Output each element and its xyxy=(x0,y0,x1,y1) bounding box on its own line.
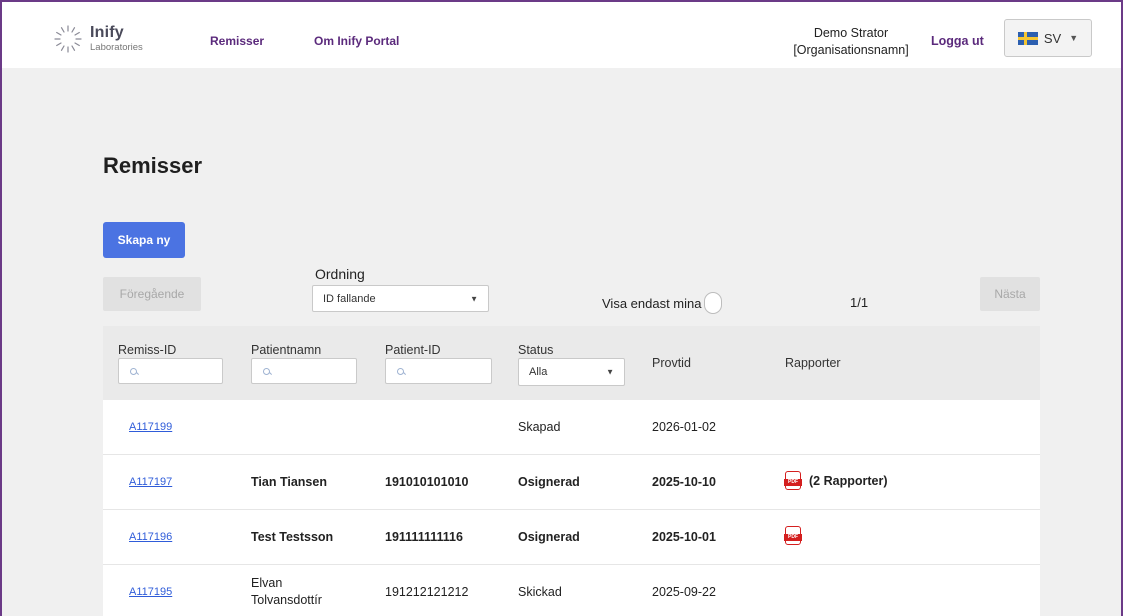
sample-time-cell: 2025-09-22 xyxy=(652,585,716,599)
organisation-name: [Organisationsnamn] xyxy=(793,43,909,57)
status-filter-value: Alla xyxy=(529,366,548,378)
patient-name-cell: Elvan Tolvansdottír xyxy=(251,575,322,609)
chevron-down-icon: ▼ xyxy=(1069,33,1079,43)
remiss-id-link[interactable]: A117195 xyxy=(129,586,172,598)
report-count: (2 Rapporter) xyxy=(809,473,888,488)
previous-page-button[interactable]: Föregående xyxy=(103,277,201,311)
next-page-button[interactable]: Nästa xyxy=(980,277,1040,311)
user-name: Demo Strator xyxy=(813,26,889,40)
top-header: Inify Laboratories Remisser Om Inify Por… xyxy=(2,2,1121,68)
status-cell: Skapad xyxy=(518,420,561,434)
inify-logo[interactable]: Inify Laboratories xyxy=(52,24,143,54)
app-frame: Inify Laboratories Remisser Om Inify Por… xyxy=(0,0,1123,616)
chevron-down-icon: ▼ xyxy=(606,367,614,377)
user-info: Demo Strator [Organisationsnamn] xyxy=(788,25,914,59)
remiss-id-filter-input[interactable] xyxy=(118,358,223,384)
column-header-remiss-id: Remiss-ID xyxy=(118,343,177,357)
patient-id-cell: 191111111116 xyxy=(385,530,463,544)
sample-time-cell: 2025-10-10 xyxy=(652,475,716,489)
page-title: Remisser xyxy=(103,153,203,178)
order-label: Ordning xyxy=(315,266,365,282)
page-count: 1/1 xyxy=(850,295,869,310)
order-select[interactable]: ID fallande ▼ xyxy=(312,285,489,312)
table-row: A117199 Skapad 2026-01-02 xyxy=(103,400,1040,455)
create-new-button[interactable]: Skapa ny xyxy=(103,222,185,258)
column-header-reports: Rapporter xyxy=(785,356,841,370)
table-row: A117197 Tian Tiansen 191010101010 Osigne… xyxy=(103,455,1040,510)
patient-name-cell: Test Testsson xyxy=(251,530,334,544)
remiss-id-link[interactable]: A117197 xyxy=(129,476,172,488)
logo-name: Inify xyxy=(90,24,124,42)
table-row: A117196 Test Testsson 191111111116 Osign… xyxy=(103,510,1040,565)
logout-link[interactable]: Logga ut xyxy=(931,34,984,48)
sweden-flag-icon xyxy=(1017,31,1038,45)
patient-last-name: Tolvansdottír xyxy=(251,593,322,607)
pdf-icon: PDF xyxy=(784,526,802,545)
search-icon xyxy=(397,367,404,375)
column-header-status: Status xyxy=(518,343,554,357)
status-cell: Osignerad xyxy=(518,530,580,544)
logo-text: Inify Laboratories xyxy=(90,25,143,53)
search-icon xyxy=(130,367,137,375)
patient-name-filter-input[interactable] xyxy=(251,358,357,384)
nav-remisser[interactable]: Remisser xyxy=(210,34,264,48)
only-mine-toggle[interactable] xyxy=(703,292,722,314)
patient-name-cell: Tian Tiansen xyxy=(251,475,327,489)
pdf-icon: PDF xyxy=(784,471,802,490)
only-mine-filter: Visa endast mina xyxy=(602,292,722,314)
table-row: A117195 Elvan Tolvansdottír 191212121212… xyxy=(103,565,1040,616)
pdf-report-link[interactable]: PDF (2 Rapporter) xyxy=(784,471,888,490)
sample-time-cell: 2026-01-02 xyxy=(652,420,716,434)
nav-om-inify-portal[interactable]: Om Inify Portal xyxy=(314,34,399,48)
logo-subtitle: Laboratories xyxy=(90,42,143,54)
search-icon xyxy=(263,367,270,375)
reports-cell: PDF xyxy=(784,526,802,548)
status-filter-select[interactable]: Alla ▼ xyxy=(518,358,625,386)
column-header-patient-name: Patientnamn xyxy=(251,343,322,357)
column-header-patient-id: Patient-ID xyxy=(385,343,441,357)
remiss-id-link[interactable]: A117196 xyxy=(129,531,172,543)
patient-id-cell: 191212121212 xyxy=(385,585,469,599)
patient-id-filter-input[interactable] xyxy=(385,358,492,384)
only-mine-label: Visa endast mina xyxy=(602,295,702,311)
sample-time-cell: 2025-10-01 xyxy=(652,530,716,544)
chevron-down-icon: ▼ xyxy=(470,294,478,303)
reports-cell: PDF (2 Rapporter) xyxy=(784,471,888,493)
referrals-table: Remiss-ID Patientnamn Patient-ID Status … xyxy=(103,326,1040,616)
table-header: Remiss-ID Patientnamn Patient-ID Status … xyxy=(103,326,1040,400)
language-code: SV xyxy=(1043,30,1062,46)
language-selector[interactable]: SV ▼ xyxy=(1004,19,1092,57)
column-header-sample-time: Provtid xyxy=(652,356,691,370)
inify-logo-icon xyxy=(54,25,82,53)
patient-first-name: Elvan xyxy=(251,576,283,590)
pdf-report-link[interactable]: PDF xyxy=(784,526,802,545)
patient-id-cell: 191010101010 xyxy=(385,475,469,489)
status-cell: Osignerad xyxy=(518,475,580,489)
status-cell: Skickad xyxy=(518,585,562,599)
remiss-id-link[interactable]: A117199 xyxy=(129,421,172,433)
order-select-value: ID fallande xyxy=(323,292,376,305)
